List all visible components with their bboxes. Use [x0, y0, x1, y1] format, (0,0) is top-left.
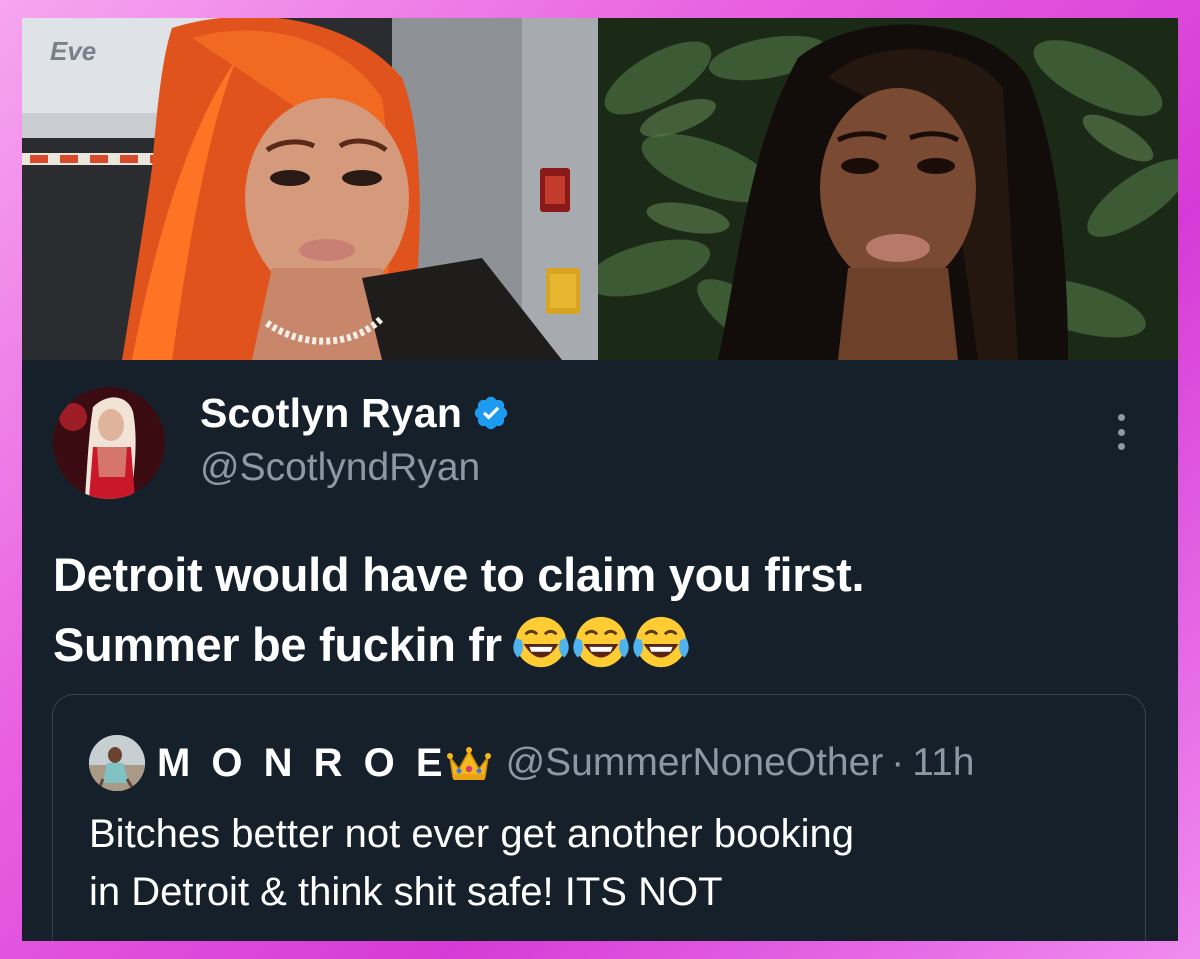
media-collage[interactable]: Eve — [22, 18, 1178, 360]
author-display-name[interactable]: Scotlyn Ryan — [200, 390, 462, 437]
verified-badge-icon — [474, 396, 508, 430]
tweet-card[interactable]: Eve Scotlyn Ryan @ScotlyndRyan Detroit w… — [22, 18, 1178, 941]
quoted-author-display-name[interactable]: M O N R O E — [157, 741, 448, 786]
quoted-tweet-text-line-2: in Detroit & think shit safe! ITS NOT — [89, 870, 723, 914]
crown-icon — [446, 747, 491, 780]
author-name-row[interactable]: Scotlyn Ryan — [200, 390, 510, 436]
tweet-text: Detroit would have to claim you first. S… — [53, 540, 1143, 680]
tweet-text-line-2: Summer be fuckin fr — [53, 618, 502, 671]
truck-sign-text: Eve — [50, 36, 96, 66]
quoted-tweet[interactable]: M O N R O E @SummerNoneOther · 11h Bitch… — [52, 694, 1146, 941]
quoted-tweet-header: M O N R O E @SummerNoneOther · 11h — [89, 735, 974, 791]
tweet-text-line-2-wrap: Summer be fuckin fr — [53, 610, 1143, 680]
tears-of-joy-emoji-icon — [633, 616, 689, 668]
media-photo-left[interactable]: Eve — [22, 18, 598, 360]
media-photo-right[interactable] — [598, 18, 1178, 360]
quoted-author-avatar-image — [89, 735, 145, 791]
quoted-tweet-text: Bitches better not ever get another book… — [89, 805, 1119, 921]
tweet-text-line-1: Detroit would have to claim you first. — [53, 548, 865, 601]
quoted-author-handle[interactable]: @SummerNoneOther — [506, 741, 884, 785]
author-avatar[interactable] — [53, 387, 165, 499]
quoted-tweet-text-line-1: Bitches better not ever get another book… — [89, 812, 854, 856]
tears-of-joy-emoji-icon — [513, 616, 569, 668]
author-handle[interactable]: @ScotlyndRyan — [200, 446, 480, 490]
quoted-author-avatar[interactable] — [89, 735, 145, 791]
more-vertical-icon[interactable] — [1107, 410, 1135, 454]
author-avatar-image — [53, 387, 165, 499]
separator-dot: · — [891, 741, 905, 784]
photo-left-illustration: Eve — [22, 18, 598, 360]
tears-of-joy-emoji-icon — [573, 616, 629, 668]
photo-right-illustration — [598, 18, 1178, 360]
quoted-tweet-time[interactable]: 11h — [912, 741, 974, 785]
